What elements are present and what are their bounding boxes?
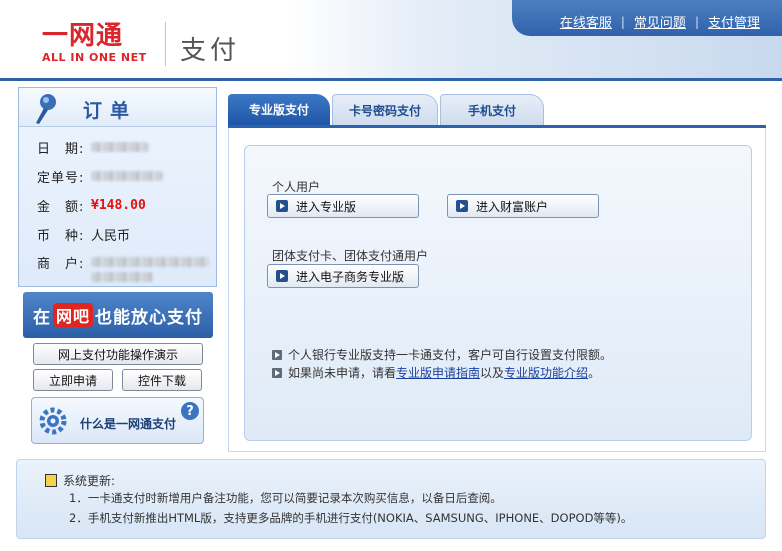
- application-guide-link[interactable]: 专业版申请指南: [396, 364, 480, 381]
- redacted-line: [91, 272, 153, 282]
- notepad-icon: [45, 474, 57, 487]
- note-line-2: 如果尚未申请，请看 专业版申请指南 以及 专业版功能介绍 。: [272, 364, 600, 381]
- order-amount-label: 金 额:: [37, 199, 85, 215]
- header-divider: [165, 22, 166, 66]
- order-merchant-label: 商 户:: [37, 257, 85, 272]
- tab-mobile-payment[interactable]: 手机支付: [440, 94, 544, 125]
- system-update-box: 系统更新: 1．一卡通支付时新增用户备注功能，您可以简要记录本次购买信息，以备日…: [16, 459, 766, 539]
- order-date-row: 日 期:: [37, 137, 149, 157]
- order-date-label: 日 期:: [37, 141, 85, 157]
- pushpin-icon: [36, 94, 56, 124]
- apply-now-button[interactable]: 立即申请: [33, 369, 113, 391]
- what-is-allinone-button[interactable]: 什么是一网通支付 ?: [31, 397, 204, 444]
- system-update-title-text: 系统更新:: [63, 474, 116, 488]
- group-user-label: 团体支付卡、团体支付通用户: [272, 249, 429, 263]
- link-separator: |: [694, 14, 699, 29]
- order-currency-row: 币 种: 人民币: [37, 224, 130, 244]
- order-merchant-row: 商 户:: [37, 253, 209, 287]
- promo-highlight: 网吧: [52, 303, 93, 327]
- update-item-1: 1．一卡通支付时新增用户备注功能，您可以简要记录本次购买信息，以备日后查阅。: [69, 491, 502, 505]
- order-amount-value: ¥148.00: [91, 197, 146, 213]
- order-number-label: 定单号:: [37, 170, 85, 186]
- page-title: 支付: [180, 36, 241, 66]
- what-is-label: 什么是一网通支付: [80, 417, 177, 431]
- redacted-line: [91, 257, 209, 267]
- link-separator: |: [620, 14, 625, 29]
- note-line-1: 个人银行专业版支持一卡通支付，客户可自行设置支付限额。: [272, 346, 612, 363]
- faq-link[interactable]: 常见问题: [634, 12, 686, 31]
- note-text-2-prefix: 如果尚未申请，请看: [288, 366, 397, 380]
- order-header: 订单: [19, 88, 216, 127]
- logo-chinese: 一网通: [42, 21, 124, 51]
- personal-user-label: 个人用户: [272, 180, 321, 194]
- note-text-2-suffix: 。: [588, 366, 601, 380]
- promo-suffix: 也能放心支付: [95, 307, 203, 328]
- order-number-row: 定单号:: [37, 166, 163, 186]
- online-service-link[interactable]: 在线客服: [560, 12, 612, 31]
- order-number-value-redacted: [91, 171, 163, 181]
- professional-payment-panel: [244, 145, 752, 441]
- tab-card-password-payment[interactable]: 卡号密码支付: [332, 94, 438, 125]
- logo-english: ALL IN ONE NET: [42, 51, 147, 64]
- payment-management-link[interactable]: 支付管理: [708, 12, 760, 31]
- enter-wealth-account-label: 进入财富账户: [476, 199, 549, 214]
- enter-professional-button[interactable]: 进入专业版: [267, 194, 419, 218]
- top-links: 在线客服 | 常见问题 | 支付管理: [560, 12, 760, 32]
- play-arrow-icon: [276, 200, 288, 212]
- order-amount-row: 金 额: ¥148.00: [37, 195, 146, 215]
- play-arrow-icon: [456, 200, 468, 212]
- payment-tabs: 专业版支付 卡号密码支付 手机支付: [228, 94, 766, 126]
- bullet-arrow-icon: [272, 349, 282, 360]
- gear-icon: [39, 407, 67, 435]
- header-stripe: [0, 78, 782, 81]
- control-download-button[interactable]: 控件下载: [122, 369, 202, 391]
- note-text-1: 个人银行专业版支持一卡通支付，客户可自行设置支付限额。: [288, 348, 613, 362]
- enter-professional-label: 进入专业版: [296, 199, 357, 214]
- order-date-value-redacted: [91, 142, 149, 152]
- order-merchant-value-redacted: [91, 253, 209, 282]
- note-text-2-mid: 以及: [480, 366, 505, 380]
- tab-professional-payment[interactable]: 专业版支付: [228, 94, 330, 125]
- bullet-arrow-icon: [272, 367, 282, 378]
- header-top-bar: 在线客服 | 常见问题 | 支付管理: [512, 0, 782, 36]
- page-header: 在线客服 | 常见问题 | 支付管理 一网通 ALL IN ONE NET 支付: [0, 0, 782, 80]
- play-arrow-icon: [276, 270, 288, 282]
- order-summary: 订单 日 期: 定单号: 金 额: ¥148.00 币 种: 人民币 商 户:: [18, 87, 217, 287]
- order-currency-value: 人民币: [91, 228, 131, 244]
- enter-ecommerce-label: 进入电子商务专业版: [296, 269, 405, 284]
- internet-cafe-promo-banner[interactable]: 在 网吧 也能放心支付: [23, 292, 213, 338]
- demo-button[interactable]: 网上支付功能操作演示: [33, 343, 203, 365]
- enter-ecommerce-button[interactable]: 进入电子商务专业版: [267, 264, 419, 288]
- order-title: 订单: [83, 100, 138, 122]
- order-currency-label: 币 种:: [37, 228, 85, 244]
- question-mark-icon: ?: [181, 402, 199, 420]
- feature-intro-link[interactable]: 专业版功能介绍: [504, 364, 588, 381]
- promo-prefix: 在: [32, 307, 51, 328]
- update-item-2: 2．手机支付新推出HTML版，支持更多品牌的手机进行支付(NOKIA、SAMSU…: [69, 511, 633, 525]
- enter-wealth-account-button[interactable]: 进入财富账户: [447, 194, 599, 218]
- system-update-title: 系统更新:: [45, 472, 115, 489]
- allinone-logo[interactable]: 一网通 ALL IN ONE NET: [38, 22, 148, 64]
